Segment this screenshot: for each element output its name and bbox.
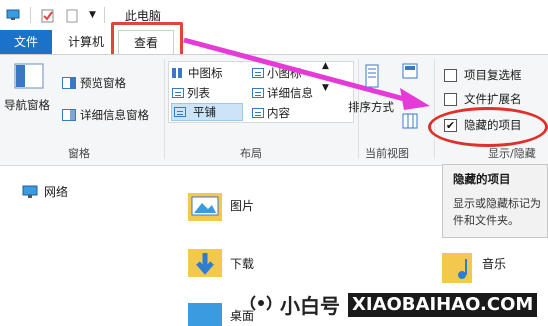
sort-by-icon [358,63,384,91]
list-icon [172,88,184,98]
watermark-en: XIAOBAIHAO.COM [348,292,538,317]
tooltip-line-2: 件和文件夹。 [453,214,519,227]
tiles-label: 平铺 [193,105,216,119]
desktop-folder-icon[interactable] [186,299,224,326]
navigation-pane-icon [14,63,44,89]
music-folder-icon[interactable] [440,251,474,288]
pictures-label[interactable]: 图片 [230,197,254,214]
group-by-icon [402,63,418,79]
toolbar-separator [30,7,31,23]
downloads-label[interactable]: 下载 [230,255,254,272]
medium-icons-label: 中图标 [188,66,223,80]
item-checkboxes-checkbox[interactable] [444,68,457,82]
layout-medium-icons[interactable]: 中图标 [172,65,223,81]
pictures-folder-icon[interactable] [186,189,224,228]
content-label: 内容 [267,106,290,120]
watermark: 小白号 XIAOBAIHAO.COM [248,290,538,319]
toolbar-separator [103,7,105,23]
music-label[interactable]: 音乐 [482,255,506,272]
layout-list[interactable]: 列表 [172,85,210,101]
customize-qat-icon[interactable]: ▼ [89,10,96,20]
file-extensions-label: 文件扩展名 [464,92,522,106]
details-pane-icon [62,109,76,121]
sort-by-label: 排序方式 [348,100,394,114]
new-folder-icon[interactable] [65,9,79,23]
layout-tiles[interactable]: 平铺 [171,103,243,121]
preview-pane-button[interactable]: 预览窗格 [62,75,126,91]
watermark-logo-icon [248,292,274,317]
small-icons-icon [252,68,264,78]
layout-scroll-up[interactable]: ▲ [322,61,329,71]
medium-icons-icon [172,68,184,78]
navigation-pane-button[interactable]: 导航窗格 [4,63,50,113]
details-icon [252,88,264,98]
downloads-folder-icon[interactable] [186,245,224,284]
watermark-cn: 小白号 [280,294,340,318]
tooltip-title: 隐藏的项目 [453,172,511,186]
properties-icon[interactable] [41,9,55,23]
network-icon [22,185,38,199]
layout-content[interactable]: 内容 [252,105,290,121]
layout-small-icons[interactable]: 小图标 [252,65,302,81]
content-icon [252,108,264,118]
highlight-ellipse [428,107,548,147]
ribbon-tabs: 文件 计算机 查看 [0,30,548,55]
add-columns-button[interactable] [402,113,418,129]
file-extensions-toggle[interactable]: 文件扩展名 [444,91,522,107]
add-columns-icon [402,113,418,129]
small-icons-label: 小图标 [267,66,302,80]
title-bar: ▼ 此电脑 [0,0,548,30]
nav-item-network-label: 网络 [44,185,69,199]
layout-group-label: 布局 [240,147,262,160]
current-view-group-label: 当前视图 [365,147,409,160]
preview-pane-icon [62,77,76,89]
hidden-items-tooltip: 隐藏的项目 显示或隐藏标记为 件和文件夹。 [442,164,548,238]
list-label: 列表 [187,86,210,100]
details-pane-button[interactable]: 详细信息窗格 [62,107,149,123]
show-hide-group-label: 显示/隐藏 [488,147,536,160]
details-label: 详细信息 [267,86,313,100]
tab-file[interactable]: 文件 [0,30,52,54]
group-separator [164,59,165,159]
sort-by-button[interactable]: 排序方式 [348,63,394,115]
navigation-pane-label: 导航窗格 [4,98,50,112]
layout-details[interactable]: 详细信息 [252,85,313,101]
item-checkboxes-toggle[interactable]: 项目复选框 [444,67,522,83]
panes-group-label: 窗格 [68,147,90,160]
group-by-button[interactable] [402,63,418,79]
tooltip-line-1: 显示或隐藏标记为 [453,197,541,210]
details-pane-label: 详细信息窗格 [80,108,149,122]
item-checkboxes-label: 项目复选框 [464,68,522,82]
layout-scroll-down[interactable]: ▼ [322,83,329,93]
tiles-icon [174,107,186,117]
group-separator [434,59,435,159]
preview-pane-label: 预览窗格 [80,76,126,90]
tab-computer[interactable]: 计算机 [60,30,112,54]
computer-icon[interactable] [6,9,20,21]
nav-item-network[interactable]: 网络 [22,183,68,200]
window-title: 此电脑 [124,8,161,23]
file-extensions-checkbox[interactable] [444,92,457,106]
